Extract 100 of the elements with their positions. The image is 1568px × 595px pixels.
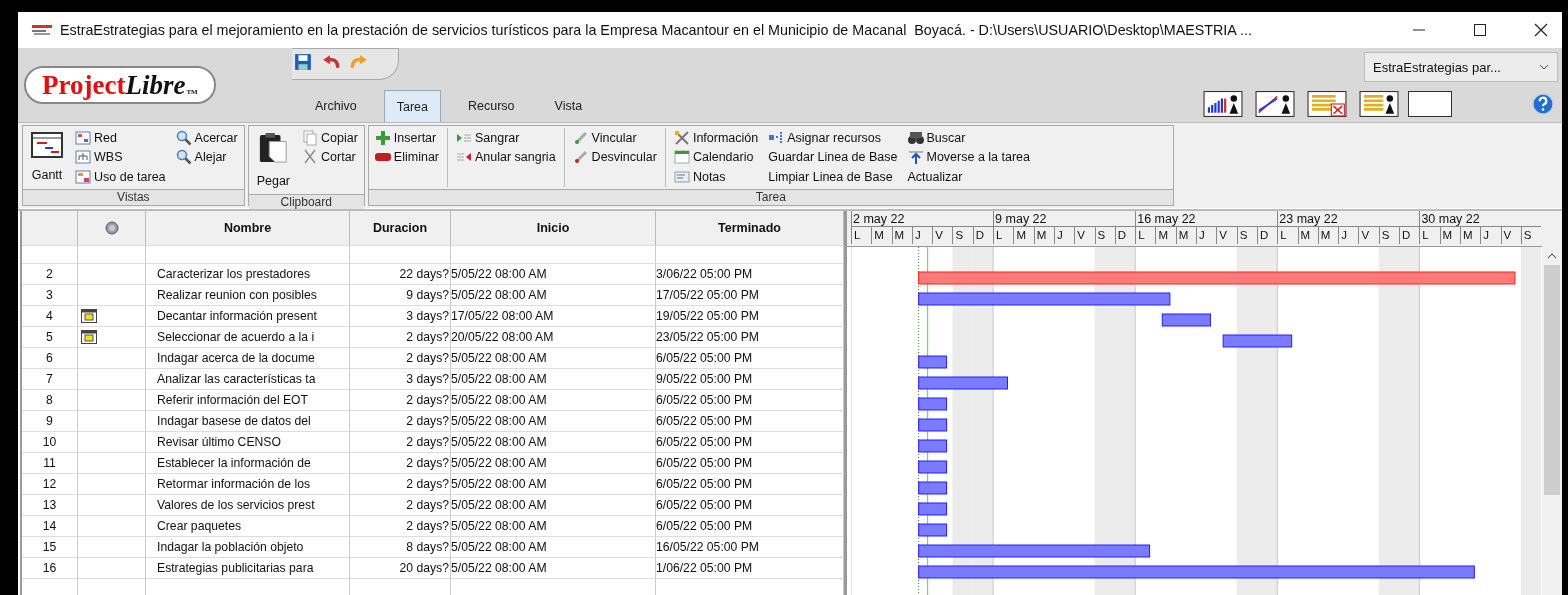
ribbon-button[interactable]: Red (73, 128, 168, 148)
table-cell: 3/06/22 05:00 PM (656, 264, 844, 285)
zoom-out-icon (175, 149, 192, 166)
row-number[interactable]: 8 (22, 390, 78, 411)
day-label: V (1077, 229, 1085, 241)
day-label: D (1259, 229, 1269, 241)
undo-icon[interactable] (322, 53, 340, 71)
menu-tab[interactable]: Tarea (383, 90, 441, 122)
empty-cell (78, 246, 146, 264)
ribbon-button[interactable]: Uso de tarea (73, 167, 168, 187)
clipboard-icon (258, 132, 289, 164)
day-label: M (1158, 229, 1169, 241)
save-icon[interactable] (294, 53, 312, 71)
row-number[interactable]: 12 (22, 474, 78, 495)
menu-tab[interactable]: Recurso (454, 90, 528, 122)
table-cell: Seleccionar de acuerdo a la i (146, 327, 350, 348)
row-number[interactable]: 6 (22, 348, 78, 369)
maximize-icon[interactable] (1473, 23, 1487, 37)
table-cell: Estrategias publicitarias para (146, 558, 350, 579)
task-bar[interactable] (1222, 334, 1293, 348)
task-bar[interactable] (918, 355, 948, 369)
day-label: M (1462, 229, 1473, 241)
column-header[interactable]: Duracion (350, 211, 451, 246)
binoculars-icon (907, 129, 924, 146)
menu-tab[interactable]: Vista (541, 90, 596, 122)
ribbon-button[interactable]: Insertar (372, 128, 441, 148)
row-number[interactable]: 4 (22, 306, 78, 327)
day-label: V (1219, 229, 1227, 241)
table-cell: 16/05/22 05:00 PM (656, 537, 844, 558)
row-number[interactable]: 15 (22, 537, 78, 558)
ribbon-button[interactable]: Anular sangria (454, 147, 558, 167)
table-cell: 3 days? (350, 369, 451, 390)
row-number[interactable]: 5 (22, 327, 78, 348)
day-label: D (1402, 229, 1411, 241)
ribbon-button[interactable]: Vincular (570, 128, 659, 148)
table-cell: 5/05/22 08:00 AM (451, 516, 656, 537)
task-bar[interactable] (918, 523, 948, 537)
ribbon-button[interactable]: Moverse a la tarea (905, 147, 1033, 167)
help-icon[interactable] (1532, 93, 1554, 115)
resource-table-icon[interactable] (1356, 91, 1402, 117)
grid-icon (75, 168, 91, 185)
row-number[interactable]: 13 (22, 495, 78, 516)
caret-icon (1539, 64, 1549, 70)
task-bar[interactable] (918, 418, 948, 432)
group-label: Vistas (23, 188, 244, 205)
row-number[interactable]: 2 (22, 264, 78, 285)
ribbon-button[interactable]: Cortar (300, 147, 360, 167)
ribbon-button[interactable]: Alejar (173, 147, 240, 167)
scroll-up-icon[interactable] (1547, 253, 1558, 259)
ribbon-button[interactable]: Gantt (27, 128, 67, 186)
ribbon-button[interactable]: Copiar (300, 128, 360, 148)
row-number[interactable]: 10 (22, 432, 78, 453)
ribbon-button[interactable]: Información (671, 128, 761, 148)
task-bar[interactable] (918, 397, 948, 411)
task-bar[interactable] (918, 502, 948, 516)
day-label: D (975, 229, 985, 241)
row-number[interactable]: 9 (22, 411, 78, 432)
table-cell: Crear paquetes (146, 516, 350, 537)
resource-graph-icon[interactable] (1252, 91, 1298, 117)
week-label: 9 may 22 (995, 212, 1047, 226)
blank-toolbar-button[interactable] (1408, 91, 1452, 117)
table-cell: 2 days? (350, 516, 451, 537)
ribbon-button[interactable]: Acercar (173, 128, 240, 148)
project-dropdown[interactable]: EstraEstrategias par... (1364, 52, 1558, 82)
resource-histogram-icon[interactable] (1200, 91, 1246, 117)
ribbon-button[interactable]: Notas (671, 167, 761, 187)
row-number[interactable]: 7 (22, 369, 78, 390)
table-cell: 5/05/22 08:00 AM (451, 453, 656, 474)
ribbon-button[interactable]: Guardar Linea de Base (766, 147, 900, 167)
scrollbar[interactable] (1542, 211, 1562, 595)
column-header[interactable]: Terminado (656, 211, 844, 246)
menu-tab[interactable]: Archivo (302, 90, 370, 122)
task-bar[interactable] (918, 439, 948, 453)
row-number[interactable]: 16 (22, 558, 78, 579)
ribbon-button[interactable]: Actualizar (905, 167, 1033, 187)
ribbon-button[interactable]: Limpiar Linea de Base (766, 167, 900, 187)
ribbon-button[interactable]: Pegar (252, 128, 294, 192)
row-number[interactable]: 14 (22, 516, 78, 537)
ribbon-button[interactable]: Calendario (671, 147, 761, 167)
day-label: V (935, 229, 943, 241)
ribbon-button[interactable]: Buscar (905, 128, 1033, 148)
row-number[interactable]: 11 (22, 453, 78, 474)
ribbon-button[interactable]: Sangrar (454, 128, 558, 148)
column-header[interactable]: Nombre (146, 211, 350, 246)
calendar-icon (81, 309, 97, 323)
ribbon-button[interactable]: Asignar recursos (766, 128, 900, 148)
close-icon[interactable] (1534, 23, 1548, 37)
ribbon-button[interactable]: Eliminar (372, 147, 441, 167)
task-bar[interactable] (918, 460, 948, 474)
table-cell: 5/05/22 08:00 AM (451, 264, 656, 285)
table-delete-icon[interactable] (1304, 91, 1350, 117)
ribbon-button[interactable]: Desvincular (570, 147, 659, 167)
day-label: S (1523, 229, 1532, 241)
column-header[interactable]: Inicio (451, 211, 656, 246)
row-number[interactable]: 3 (22, 285, 78, 306)
network-icon (75, 129, 91, 146)
scissors-icon (302, 149, 318, 166)
table-cell: 5/05/22 08:00 AM (451, 390, 656, 411)
ribbon-button[interactable]: WBS (73, 147, 168, 167)
task-bar[interactable] (918, 481, 948, 495)
